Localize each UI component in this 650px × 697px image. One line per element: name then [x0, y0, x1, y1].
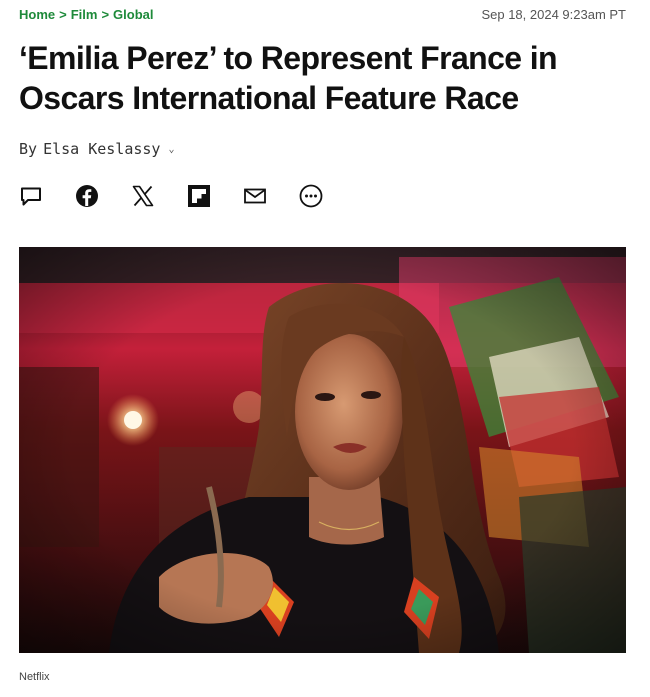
- chevron-down-icon[interactable]: ⌄: [168, 144, 174, 155]
- byline: By Elsa Keslassy ⌄: [19, 140, 175, 158]
- image-credit: Netflix: [19, 671, 50, 683]
- breadcrumb-home[interactable]: Home: [19, 7, 55, 22]
- x-icon[interactable]: [131, 184, 155, 208]
- hero-image: [19, 247, 626, 653]
- breadcrumb-global[interactable]: Global: [113, 7, 153, 22]
- facebook-icon[interactable]: [75, 184, 99, 208]
- article-headline: ‘Emilia Perez’ to Represent France in Os…: [19, 40, 558, 116]
- comment-icon[interactable]: [19, 184, 43, 208]
- breadcrumb-separator: >: [101, 6, 110, 22]
- byline-prefix: By: [19, 140, 38, 158]
- author-name[interactable]: Elsa Keslassy: [43, 140, 160, 158]
- breadcrumb-separator: >: [59, 6, 67, 22]
- flipboard-icon[interactable]: [187, 184, 211, 208]
- more-icon[interactable]: [299, 184, 323, 208]
- article-meta-row: Home > Film > Global Sep 18, 2024 9:23am…: [19, 5, 626, 23]
- breadcrumb-film[interactable]: Film: [71, 7, 98, 22]
- breadcrumb: Home > Film > Global: [19, 7, 154, 22]
- email-icon[interactable]: [243, 184, 267, 208]
- share-toolbar: [19, 184, 355, 208]
- publish-timestamp: Sep 18, 2024 9:23am PT: [481, 6, 626, 22]
